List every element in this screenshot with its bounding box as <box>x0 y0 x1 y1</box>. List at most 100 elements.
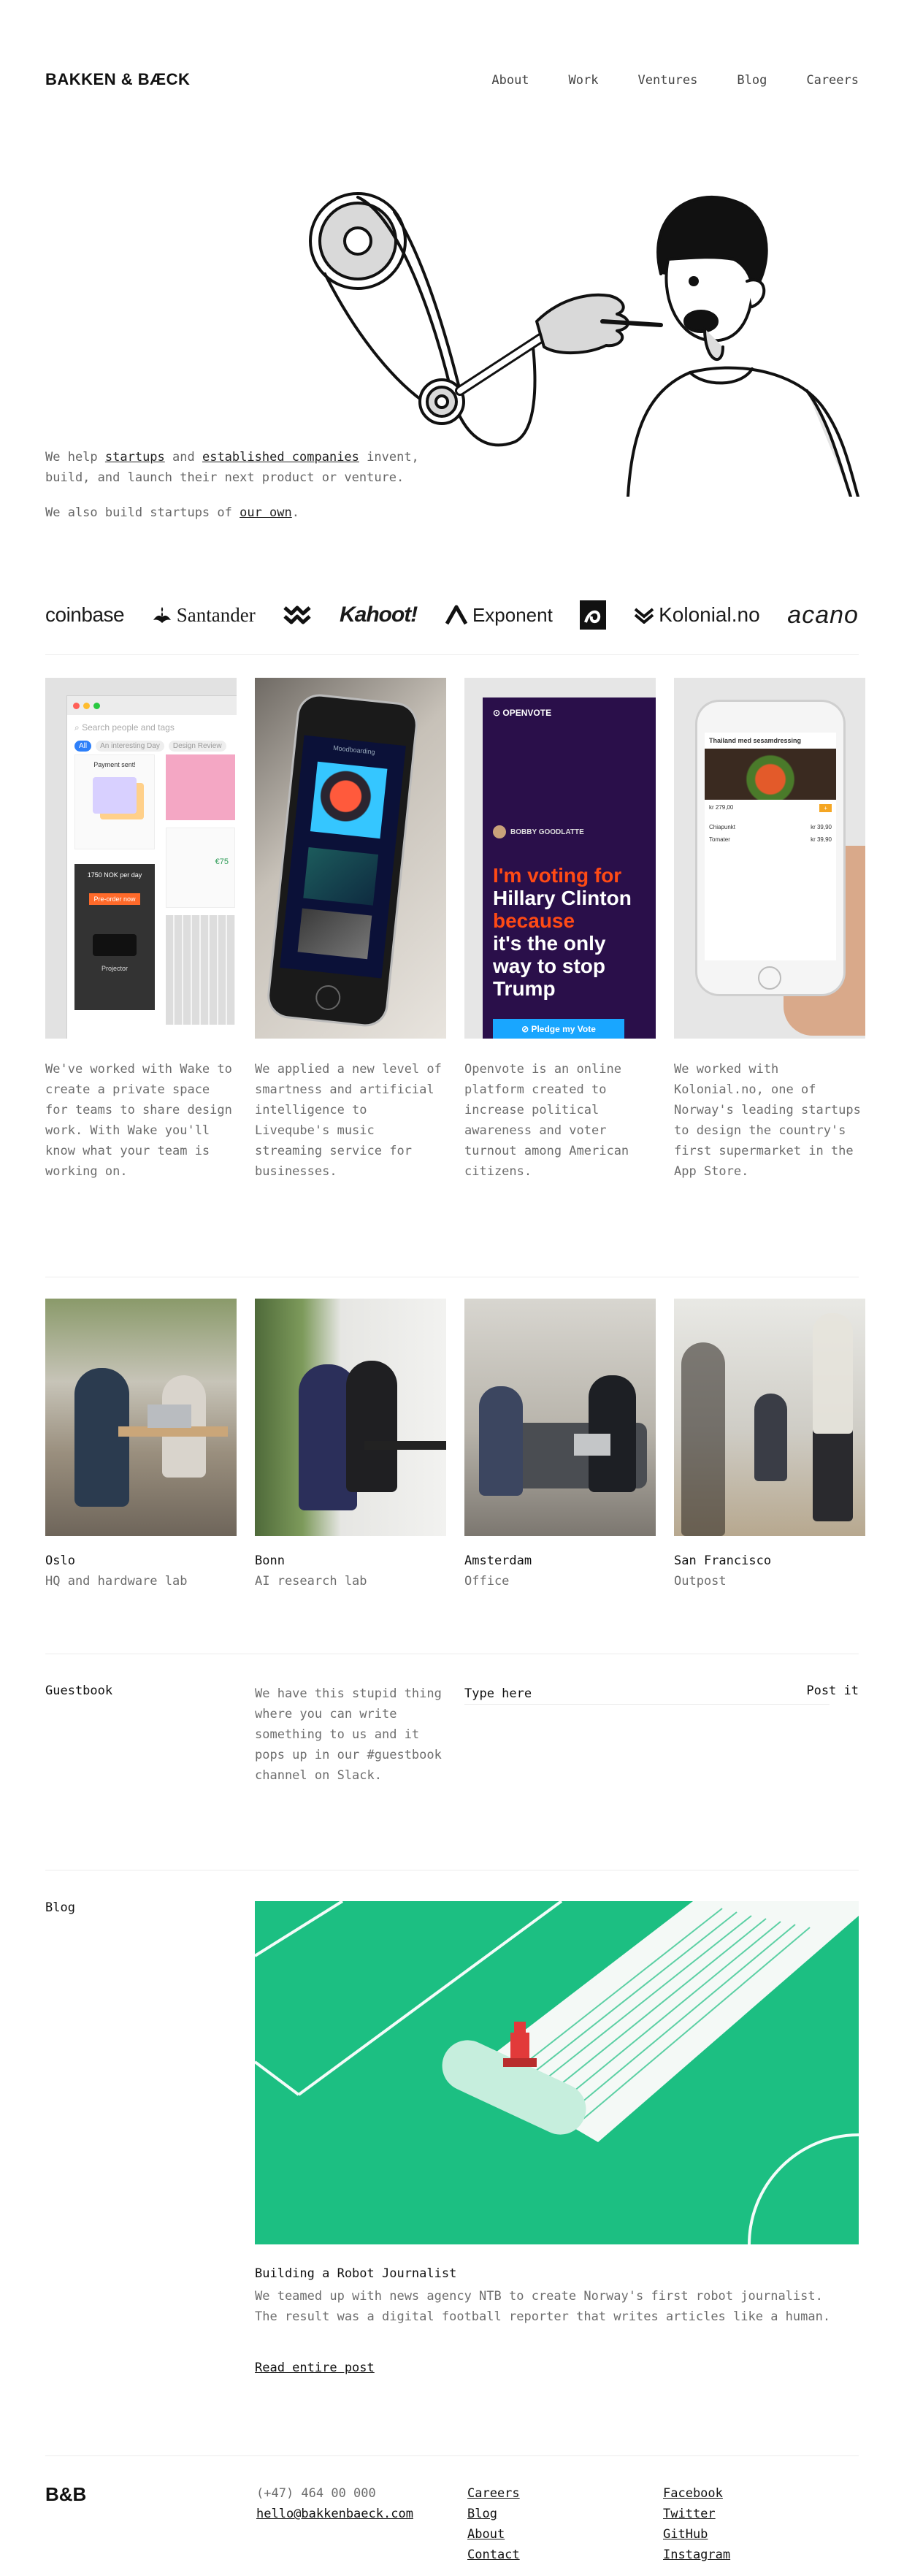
work-card-kolonial[interactable]: Thailand med sesamdressing kr 279,00 + Ch… <box>674 678 865 1182</box>
client-logo-coinbase: coinbase <box>45 603 125 627</box>
openvote-message: I'm voting for Hillary Clinton because i… <box>493 864 656 1000</box>
work-text-openvote: Openvote is an online platform created t… <box>464 1062 629 1179</box>
kolonial-recipe-title: Thailand med sesamdressing <box>709 737 802 744</box>
wake-card-pink <box>166 754 235 820</box>
phone-mock: Thailand med sesamdressing kr 279,00 + Ch… <box>697 702 843 994</box>
pledge-button: ⊘ Pledge my Vote <box>493 1019 624 1039</box>
startups-link[interactable]: startups <box>105 450 165 465</box>
wake-product-name: Projector <box>101 965 128 972</box>
kolonial-price-row: kr 279,00 + <box>705 800 836 817</box>
person-shape <box>74 1368 129 1507</box>
footer-link-twitter[interactable]: Twitter <box>663 2504 730 2524</box>
office-oslo[interactable]: Oslo HQ and hardware lab <box>45 1299 237 1591</box>
nav-ventures[interactable]: Ventures <box>638 73 698 88</box>
blog-post-image[interactable] <box>255 1901 859 2244</box>
footer-site-links: Careers Blog About Contact <box>467 2483 520 2565</box>
album-art-secondary <box>303 847 379 906</box>
client-name: Santander <box>176 603 256 626</box>
office-city: San Francisco <box>674 1553 772 1568</box>
client-logo-exponent: Exponent <box>445 604 553 627</box>
person-shape <box>813 1313 853 1521</box>
nav-about[interactable]: About <box>491 73 529 88</box>
footer-phone: (+47) 464 00 000 <box>256 2486 376 2501</box>
wake-search: ⌕ Search people and tags <box>74 722 175 733</box>
footer-logo[interactable]: B&B <box>45 2483 86 2506</box>
person-shape <box>754 1394 787 1481</box>
projector-image <box>93 934 137 956</box>
wake-tab: All <box>74 741 92 752</box>
wake-search-placeholder: Search people and tags <box>82 722 175 733</box>
maximize-dot-icon <box>93 702 100 709</box>
table-shape <box>364 1441 446 1450</box>
laptop-shape <box>574 1434 610 1456</box>
footer-link-facebook[interactable]: Facebook <box>663 2483 730 2504</box>
phone-home-button <box>314 984 342 1012</box>
footer-link-instagram[interactable]: Instagram <box>663 2545 730 2565</box>
nav-work[interactable]: Work <box>569 73 599 88</box>
phone-mock: Moodboarding <box>267 694 418 1027</box>
wake-preorder-button: Pre-order now <box>89 893 140 905</box>
phone-screen: Moodboarding <box>280 735 406 979</box>
work-image-kolonial: Thailand med sesamdressing kr 279,00 + Ch… <box>674 678 865 1039</box>
avatar <box>493 825 506 838</box>
blog-post-excerpt: We teamed up with news agency NTB to cre… <box>255 2289 831 2324</box>
footer-link-contact[interactable]: Contact <box>467 2545 520 2565</box>
person-shape <box>346 1361 397 1492</box>
wake-card-payment: Payment sent! <box>74 754 155 849</box>
footer-link-careers[interactable]: Careers <box>467 2483 520 2504</box>
read-entire-post-link[interactable]: Read entire post <box>255 2361 375 2375</box>
work-image-wake: ⌕ Search people and tags All An interest… <box>45 678 237 1039</box>
intro-text: We help startups and established compani… <box>45 447 454 523</box>
footer-link-about[interactable]: About <box>467 2524 520 2545</box>
client-logo-mark <box>580 600 607 630</box>
footer-link-github[interactable]: GitHub <box>663 2524 730 2545</box>
office-city: Bonn <box>255 1553 285 1568</box>
table-shape <box>118 1426 228 1437</box>
wake-card-order: 1750 NOK per day Pre-order now Projector <box>74 864 155 1010</box>
footer-social-links: Facebook Twitter GitHub Instagram <box>663 2483 730 2565</box>
office-bonn[interactable]: Bonn AI research lab <box>255 1299 446 1591</box>
guestbook-description: We have this stupid thing where you can … <box>255 1686 442 1783</box>
footer-email-link[interactable]: hello@bakkenbaeck.com <box>256 2507 413 2521</box>
our-own-link[interactable]: our own <box>240 505 292 520</box>
work-text-liveqube: We applied a new level of smartness and … <box>255 1062 442 1179</box>
laptop-shape <box>148 1404 191 1428</box>
nav-blog[interactable]: Blog <box>737 73 767 88</box>
guestbook-input[interactable] <box>464 1683 830 1705</box>
work-card-liveqube[interactable]: Moodboarding We applied a new level of s… <box>255 678 446 1182</box>
work-card-wake[interactable]: ⌕ Search people and tags All An interest… <box>45 678 237 1182</box>
work-image-openvote: ⊙ OPENVOTE BOBBY GOODLATTE I'm voting fo… <box>464 678 656 1039</box>
work-card-openvote[interactable]: ⊙ OPENVOTE BOBBY GOODLATTE I'm voting fo… <box>464 678 656 1182</box>
blog-post-title[interactable]: Building a Robot Journalist <box>255 2266 456 2281</box>
office-san-francisco[interactable]: San Francisco Outpost <box>674 1299 865 1591</box>
openvote-user: BOBBY GOODLATTE <box>493 825 584 838</box>
client-logo-kolonial: Kolonial.no <box>634 603 760 627</box>
office-role: Office <box>464 1574 510 1589</box>
site-logo[interactable]: BAKKEN & BÆCK <box>45 70 190 89</box>
intro-line-1: We help startups and established compani… <box>45 447 454 488</box>
wake-tab: Design Review <box>168 741 226 752</box>
footer-link-blog[interactable]: Blog <box>467 2504 520 2524</box>
liveqube-top-label: Moodboarding <box>332 744 376 756</box>
intro-text-part: We help <box>45 450 105 465</box>
client-logo-santander: Santander <box>152 604 256 627</box>
office-city: Oslo <box>45 1553 75 1568</box>
work-image-liveqube: Moodboarding <box>255 678 446 1039</box>
openvote-user-name: BOBBY GOODLATTE <box>510 828 584 836</box>
wake-tabs: All An interesting Day Design Review <box>74 741 235 752</box>
post-it-button[interactable]: Post it <box>806 1683 859 1698</box>
openvote-brand-text: OPENVOTE <box>502 708 552 718</box>
established-companies-link[interactable]: established companies <box>202 450 359 465</box>
kolonial-price: kr 279,00 <box>709 804 734 811</box>
client-logo-acano: acano <box>787 601 859 630</box>
food-photo <box>705 749 836 800</box>
office-amsterdam[interactable]: Amsterdam Office <box>464 1299 656 1591</box>
intro-text-part: and <box>164 450 202 465</box>
buy-button: + <box>819 804 832 812</box>
client-name: coinbase <box>45 603 125 626</box>
office-role: Outpost <box>674 1574 727 1589</box>
paper-scroll <box>442 1901 859 2142</box>
intro-line-2: We also build startups of our own. <box>45 502 454 523</box>
nav-careers[interactable]: Careers <box>806 73 859 88</box>
minimize-dot-icon <box>83 702 90 709</box>
